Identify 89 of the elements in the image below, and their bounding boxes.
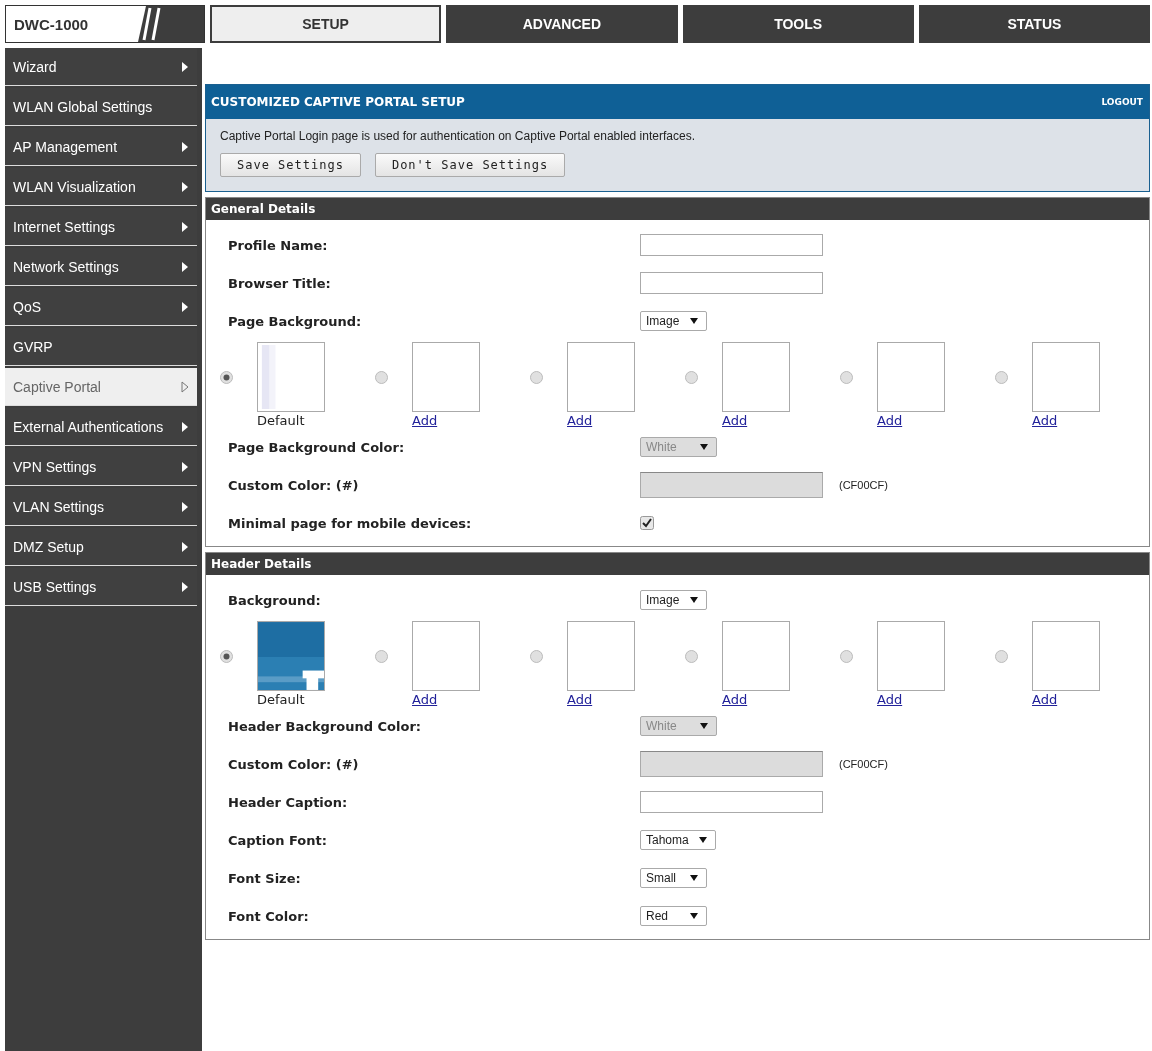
hint-text: (CF00CF) bbox=[839, 758, 888, 770]
add-link[interactable]: Add bbox=[722, 413, 790, 428]
add-link[interactable]: Add bbox=[877, 413, 945, 428]
caret-icon bbox=[690, 597, 698, 603]
field-label: Custom Color: (#) bbox=[228, 756, 360, 772]
arrow-icon bbox=[181, 180, 189, 193]
radio-button[interactable] bbox=[220, 371, 233, 384]
dropdown[interactable]: Image bbox=[640, 311, 707, 331]
text-field[interactable] bbox=[640, 272, 823, 294]
thumbnail-caption: Default bbox=[257, 692, 306, 707]
add-link[interactable]: Add bbox=[722, 692, 790, 707]
field-label: Font Color: bbox=[228, 908, 310, 924]
description-text: Captive Portal Login page is used for authentication on Captive Portal enabled interfaces. bbox=[220, 129, 696, 143]
radio-button[interactable] bbox=[840, 371, 853, 384]
dropdown[interactable]: Tahoma bbox=[640, 830, 716, 850]
hint-text: (CF00CF) bbox=[839, 479, 888, 491]
empty-thumbnail bbox=[1032, 342, 1100, 412]
arrow-icon bbox=[181, 580, 189, 593]
field-label: Background: bbox=[228, 592, 322, 608]
arrow-icon bbox=[181, 60, 189, 73]
section-header: Header Details bbox=[206, 553, 1149, 575]
empty-thumbnail bbox=[412, 621, 480, 691]
radio-button[interactable] bbox=[685, 371, 698, 384]
radio-button[interactable] bbox=[685, 650, 698, 663]
add-link[interactable]: Add bbox=[1032, 692, 1100, 707]
radio-button[interactable] bbox=[840, 650, 853, 663]
text-field[interactable] bbox=[640, 791, 823, 813]
arrow-icon bbox=[181, 300, 189, 313]
arrow-icon bbox=[181, 260, 189, 273]
text-field[interactable] bbox=[640, 234, 823, 256]
caret-icon bbox=[698, 837, 707, 843]
sidebar-item[interactable]: Captive Portal bbox=[5, 368, 197, 406]
field-label: Header Caption: bbox=[228, 794, 349, 810]
checkbox[interactable] bbox=[640, 516, 654, 530]
add-link[interactable]: Add bbox=[567, 413, 635, 428]
caret-icon bbox=[700, 723, 708, 729]
nav-tab[interactable]: ADVANCED bbox=[446, 5, 678, 43]
radio-button[interactable] bbox=[530, 371, 543, 384]
field-label: Minimal page for mobile devices: bbox=[228, 515, 473, 531]
add-link[interactable]: Add bbox=[412, 692, 480, 707]
add-link[interactable]: Add bbox=[1032, 413, 1100, 428]
field-label: Page Background Color: bbox=[228, 439, 406, 455]
panel-title: CUSTOMIZED CAPTIVE PORTAL SETUP bbox=[211, 95, 465, 109]
add-link[interactable]: Add bbox=[412, 413, 480, 428]
radio-button[interactable] bbox=[375, 371, 388, 384]
add-link[interactable]: Add bbox=[567, 692, 635, 707]
dropdown[interactable]: Red bbox=[640, 906, 707, 926]
dropdown[interactable]: Image bbox=[640, 590, 707, 610]
arrow-icon bbox=[181, 500, 189, 513]
add-link[interactable]: Add bbox=[877, 692, 945, 707]
arrow-icon bbox=[181, 540, 189, 553]
radio-button[interactable] bbox=[220, 650, 233, 663]
nav-tab[interactable]: SETUP bbox=[210, 5, 442, 43]
arrow-icon bbox=[181, 420, 189, 433]
empty-thumbnail bbox=[1032, 621, 1100, 691]
dropdown[interactable]: Small bbox=[640, 868, 707, 888]
empty-thumbnail bbox=[877, 342, 945, 412]
arrow-icon bbox=[181, 220, 189, 233]
nav-tab[interactable]: STATUS bbox=[918, 5, 1150, 43]
caret-icon bbox=[690, 875, 698, 881]
arrow-icon bbox=[181, 140, 189, 153]
empty-thumbnail bbox=[722, 342, 790, 412]
arrow-icon bbox=[181, 460, 189, 473]
settings-button[interactable]: Save Settings bbox=[220, 153, 361, 177]
field-label: Custom Color: (#) bbox=[228, 477, 360, 493]
empty-thumbnail bbox=[567, 621, 635, 691]
nav-tab[interactable]: TOOLS bbox=[682, 5, 914, 43]
empty-thumbnail bbox=[877, 621, 945, 691]
field-label: Profile Name: bbox=[228, 237, 329, 253]
caret-icon bbox=[690, 318, 698, 324]
settings-button[interactable]: Don't Save Settings bbox=[374, 153, 566, 177]
empty-thumbnail bbox=[722, 621, 790, 691]
caret-icon bbox=[690, 913, 698, 919]
field-label: Header Background Color: bbox=[228, 718, 423, 734]
logout-link[interactable]: LOGOUT bbox=[1101, 97, 1143, 107]
field-label: Caption Font: bbox=[228, 832, 328, 848]
radio-button[interactable] bbox=[995, 371, 1008, 384]
caret-icon bbox=[700, 444, 708, 450]
empty-thumbnail bbox=[567, 342, 635, 412]
arrow-icon bbox=[181, 380, 189, 393]
radio-button[interactable] bbox=[375, 650, 388, 663]
thumbnail-caption: Default bbox=[257, 413, 306, 428]
section-header: General Details bbox=[206, 198, 1149, 220]
field-label: Font Size: bbox=[228, 870, 302, 886]
radio-button[interactable] bbox=[995, 650, 1008, 663]
field-label: Browser Title: bbox=[228, 275, 332, 291]
radio-button[interactable] bbox=[530, 650, 543, 663]
empty-thumbnail bbox=[412, 342, 480, 412]
field-label: Page Background: bbox=[228, 313, 363, 329]
